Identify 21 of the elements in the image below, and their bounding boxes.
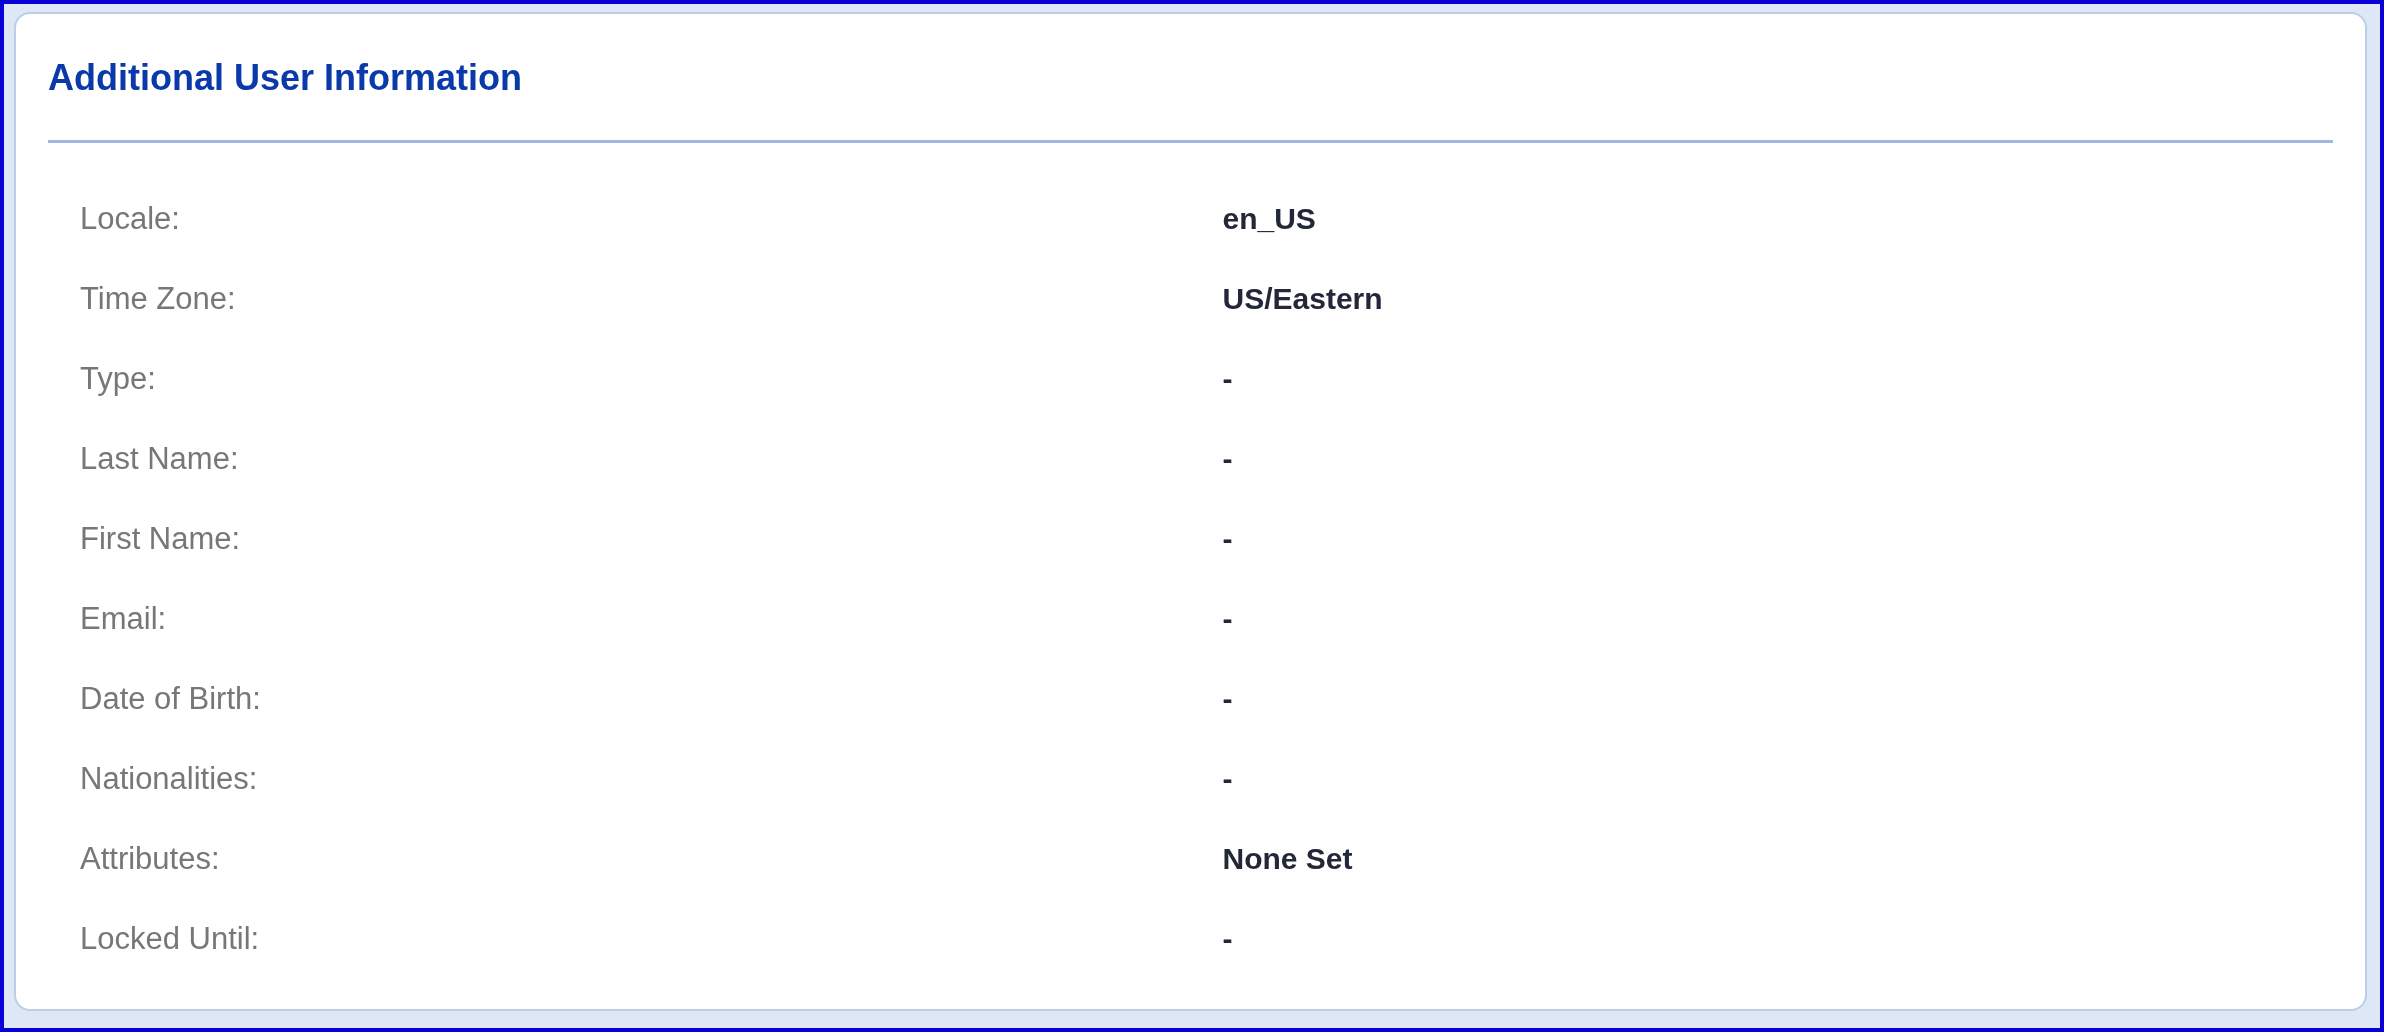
field-value: - [1222,442,1233,475]
field-label: Date of Birth: [80,681,261,716]
field-label: Nationalities: [80,761,258,796]
field-label: Type: [80,361,156,396]
field-value: - [1222,522,1233,555]
field-label: Attributes: [80,841,220,876]
field-label: Time Zone: [80,281,236,316]
field-label: Last Name: [80,441,239,476]
field-value: - [1222,602,1233,635]
field-label: Locale: [80,201,180,236]
field-value: - [1222,762,1233,795]
field-value: - [1222,362,1233,395]
field-value: None Set [1222,842,1353,875]
field-value: - [1222,922,1233,955]
field-value: en_US [1222,202,1316,235]
field-value: - [1222,682,1233,715]
field-label: Email: [80,601,167,636]
field-value: US/Eastern [1222,282,1383,315]
field-label: First Name: [80,521,241,556]
section-title: Additional User Information [48,56,522,100]
field-label: Locked Until: [80,921,260,956]
